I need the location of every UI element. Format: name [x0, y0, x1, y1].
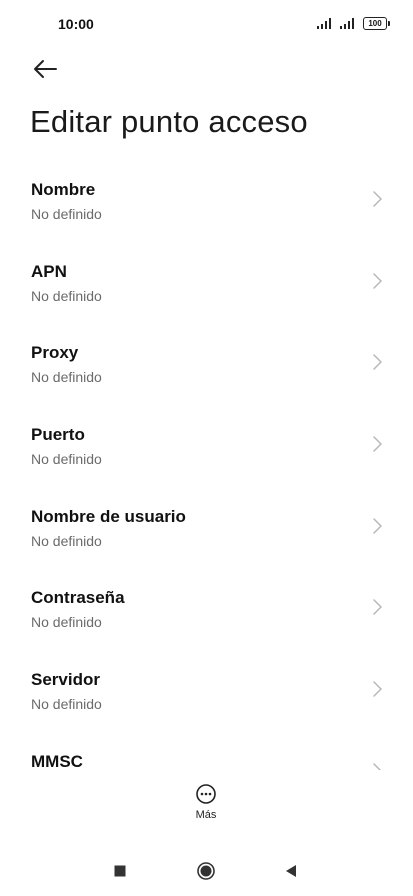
- item-label: MMSC: [31, 751, 83, 770]
- list-item-nombre[interactable]: Nombre No definido: [0, 160, 413, 242]
- chevron-right-icon: [373, 191, 382, 207]
- chevron-right-icon: [373, 599, 382, 616]
- chevron-right-icon: [373, 354, 382, 371]
- nav-recent-button[interactable]: [109, 860, 131, 882]
- item-value: No definido: [31, 614, 102, 631]
- list-item-apn[interactable]: APN No definido: [0, 242, 413, 324]
- item-label: Puerto: [31, 425, 85, 445]
- list-item-contrasena[interactable]: Contraseña No definido: [0, 568, 413, 650]
- status-bar: 10:00 100: [0, 0, 413, 50]
- system-nav-bar: [0, 846, 413, 896]
- page-title: Editar punto acceso: [30, 104, 308, 139]
- item-label: Contraseña: [31, 588, 125, 608]
- circle-icon: [197, 862, 215, 880]
- chevron-right-icon: [373, 272, 382, 289]
- status-time: 10:00: [58, 16, 94, 32]
- nav-back-button[interactable]: [280, 860, 302, 882]
- nav-home-button[interactable]: [195, 860, 217, 882]
- list-item-puerto[interactable]: Puerto No definido: [0, 405, 413, 487]
- more-circle-icon: [196, 784, 216, 804]
- chevron-right-icon: [373, 681, 382, 697]
- triangle-left-icon: [286, 865, 296, 877]
- apn-settings-list: Nombre No definido APN No definido Proxy…: [0, 160, 413, 770]
- item-value: No definido: [31, 287, 102, 304]
- item-label: Nombre de usuario: [31, 506, 186, 526]
- item-value: No definido: [31, 532, 102, 549]
- back-button[interactable]: [28, 54, 62, 84]
- list-item-mmsc[interactable]: MMSC: [0, 732, 413, 770]
- signal-icon: [317, 18, 331, 29]
- chevron-right-icon: [373, 763, 382, 770]
- status-icons: 100: [317, 17, 390, 30]
- list-item-nombre-de-usuario[interactable]: Nombre de usuario No definido: [0, 487, 413, 569]
- square-icon: [114, 865, 126, 877]
- battery-icon: 100: [363, 17, 390, 30]
- item-value: No definido: [31, 696, 102, 713]
- chevron-right-icon: [373, 436, 382, 452]
- item-label: Nombre: [31, 180, 96, 199]
- item-label: APN: [31, 261, 67, 281]
- more-button[interactable]: Más: [176, 783, 236, 829]
- item-label: Servidor: [31, 670, 100, 690]
- signal-icon: [340, 18, 354, 29]
- item-label: Proxy: [31, 343, 79, 363]
- chevron-right-icon: [373, 518, 382, 534]
- item-value: No definido: [31, 369, 102, 386]
- more-label: Más: [195, 809, 217, 821]
- list-item-servidor[interactable]: Servidor No definido: [0, 650, 413, 732]
- arrow-left-icon: [34, 60, 57, 78]
- item-value: No definido: [31, 451, 102, 468]
- item-value: No definido: [31, 206, 102, 222]
- list-item-proxy[interactable]: Proxy No definido: [0, 323, 413, 405]
